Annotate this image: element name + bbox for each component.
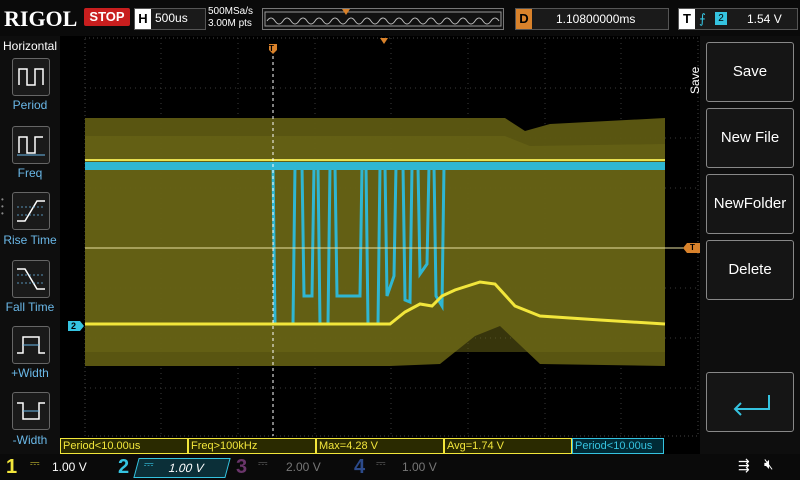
save-button-label: Save xyxy=(732,63,768,80)
save-button[interactable]: Save xyxy=(706,42,794,102)
new-file-button-label: New File xyxy=(720,129,780,146)
measurement-max[interactable]: Max=4.28 V xyxy=(316,438,444,454)
ch2-scale-box[interactable]: ⎓ 1.00 V xyxy=(133,457,231,478)
trigger-position-marker: T xyxy=(269,44,274,53)
negative-width-icon xyxy=(17,402,45,420)
ch1-scale-box[interactable]: ⎓ 1.00 V xyxy=(28,456,112,476)
ch3-dc-coupling-icon: ⎓ xyxy=(258,456,268,470)
rise-time-button[interactable] xyxy=(12,192,50,230)
delay-value: 1.10800000ms xyxy=(556,12,636,26)
negative-width-button[interactable] xyxy=(12,392,50,430)
measurement-period-ch2[interactable]: Period<10.00us xyxy=(572,438,664,454)
ch1-dc-coupling-icon: ⎓ xyxy=(30,456,40,470)
ch3-scale-box[interactable]: ⎓ 2.00 V xyxy=(254,456,340,476)
ch1-scale: 1.00 V xyxy=(52,460,87,474)
ch4-scale-box[interactable]: ⎓ 1.00 V xyxy=(372,456,458,476)
measurement-freq[interactable]: Freq>100kHz xyxy=(188,438,316,454)
horizontal-timebase-box[interactable]: H 500us xyxy=(134,8,206,30)
measurement-avg[interactable]: Avg=1.74 V xyxy=(444,438,572,454)
horizontal-label: H xyxy=(135,9,151,29)
new-folder-button[interactable]: NewFolder xyxy=(706,174,794,234)
period-label: Period xyxy=(12,98,48,112)
ch4-dc-coupling-icon: ⎓ xyxy=(376,456,386,470)
positive-width-icon xyxy=(17,336,45,354)
sample-rate: 500MSa/s xyxy=(208,6,254,17)
freq-button[interactable] xyxy=(12,126,50,164)
delete-button[interactable]: Delete xyxy=(706,240,794,300)
rigol-logo: RIGOL xyxy=(4,6,78,31)
ch2-offset-marker[interactable]: 2 xyxy=(71,321,76,331)
measure-menu-title: Horizontal xyxy=(3,39,58,53)
period-button[interactable] xyxy=(12,58,50,96)
ch3-number[interactable]: 3 xyxy=(236,456,247,479)
delete-button-label: Delete xyxy=(728,261,772,278)
ch4-scale: 1.00 V xyxy=(402,460,437,474)
new-folder-button-label: NewFolder xyxy=(713,195,787,212)
freq-icon xyxy=(17,136,45,156)
trigger-edge-icon: ⨍ xyxy=(699,11,706,26)
trigger-label: T xyxy=(679,9,695,29)
trigger-source: 2 xyxy=(715,12,727,25)
trigger-box[interactable]: T ⨍ 2 1.54 V xyxy=(678,8,798,30)
delay-label: D xyxy=(516,9,532,29)
save-menu-title: Save xyxy=(688,66,702,94)
ch4-number[interactable]: 4 xyxy=(354,456,365,479)
waveform-canvas xyxy=(68,37,700,437)
fall-time-label: Fall Time xyxy=(5,300,55,314)
memory-depth: 3.00M pts xyxy=(208,18,252,29)
sound-muted-icon[interactable]: 🔇︎ xyxy=(764,456,773,473)
ch2-dc-coupling-icon: ⎓ xyxy=(142,457,156,471)
back-button[interactable] xyxy=(706,372,794,432)
positive-width-label: +Width xyxy=(11,366,49,380)
fall-time-button[interactable] xyxy=(12,260,50,298)
ch2-scale: 1.00 V xyxy=(167,461,206,475)
trigger-level: 1.54 V xyxy=(747,12,782,26)
measure-menu: Horizontal Period Freq • • • Rise Time Fal… xyxy=(0,36,60,454)
measurement-period-ch1[interactable]: Period<10.00us xyxy=(60,438,188,454)
delay-box[interactable]: D 1.10800000ms xyxy=(515,8,669,30)
new-file-button[interactable]: New File xyxy=(706,108,794,168)
timebase-value: 500us xyxy=(155,11,188,25)
waveform-display[interactable]: T T 2 xyxy=(60,36,700,438)
rise-time-label: Rise Time xyxy=(3,233,57,247)
trigger-level-marker: T xyxy=(690,243,695,252)
negative-width-label: -Width xyxy=(12,433,48,447)
ch3-scale: 2.00 V xyxy=(286,460,321,474)
ch1-number[interactable]: 1 xyxy=(6,456,17,479)
page-dots-icon: • • • xyxy=(1,195,4,218)
fall-time-icon xyxy=(17,268,45,290)
waveform-overview-bar[interactable] xyxy=(262,8,504,30)
positive-width-button[interactable] xyxy=(12,326,50,364)
usb-icon: ⇶ xyxy=(738,457,750,473)
ch2-number[interactable]: 2 xyxy=(118,456,129,479)
run-stop-indicator[interactable]: STOP xyxy=(84,8,130,26)
return-arrow-icon xyxy=(733,395,770,416)
rise-time-icon xyxy=(17,200,45,222)
overview-waveform-icon xyxy=(264,9,502,27)
freq-label: Freq xyxy=(17,166,43,180)
period-icon xyxy=(18,68,44,86)
